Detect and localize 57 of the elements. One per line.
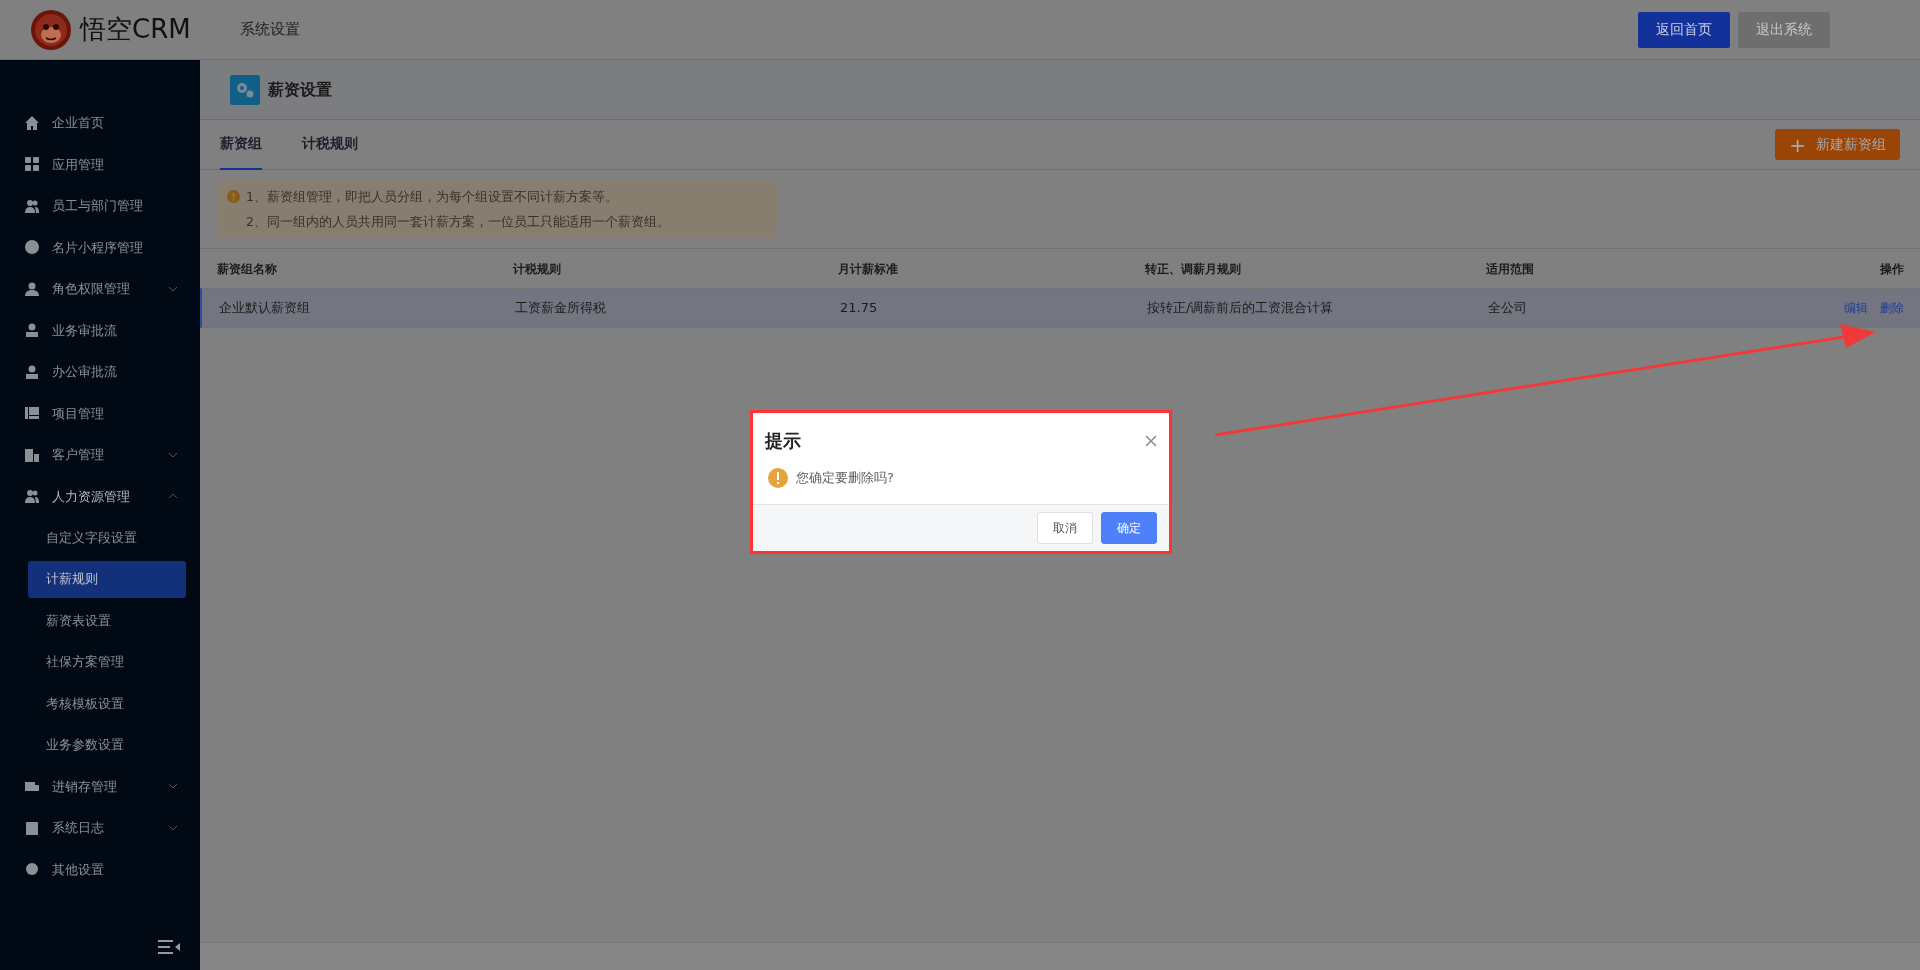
building-icon — [24, 446, 40, 463]
table-cell: 工资薪金所得税 — [515, 300, 606, 316]
column-header: 薪资组名称 — [216, 260, 278, 278]
person-icon — [24, 363, 40, 380]
home-icon — [24, 114, 40, 131]
sidebar-subitem[interactable]: 社保方案管理 — [0, 641, 200, 683]
dialog-message: 您确定要删除吗? — [796, 469, 894, 488]
column-header: 月计薪标准 — [838, 260, 899, 278]
column-header: 转正、调薪月规则 — [1145, 260, 1242, 278]
logo-text: 悟空CRM — [80, 13, 191, 46]
column-header: 操作 — [1879, 260, 1905, 278]
circle-icon — [24, 239, 40, 256]
monkey-logo-icon — [30, 8, 72, 51]
sidebar-subitem[interactable]: 薪资表设置 — [0, 599, 200, 641]
sidebar-item[interactable]: 企业首页 — [0, 102, 200, 144]
list-icon — [24, 405, 40, 422]
sidebar-item[interactable]: 项目管理 — [0, 392, 200, 434]
sidebar-item[interactable]: 业务审批流 — [0, 309, 200, 351]
sidebar-item[interactable]: 客户管理 — [0, 434, 200, 476]
person-icon — [24, 280, 40, 297]
grid-icon — [24, 156, 40, 173]
page-title: 薪资设置 — [268, 78, 332, 101]
sidebar-item[interactable]: 名片小程序管理 — [0, 226, 200, 268]
confirm-button[interactable]: 确定 — [1101, 512, 1157, 544]
sidebar-item[interactable]: 其他设置 — [0, 848, 200, 890]
people-icon — [24, 488, 40, 505]
sidebar-item[interactable]: 系统日志 — [0, 807, 200, 849]
sidebar-subitem[interactable]: 计薪规则 — [28, 560, 186, 598]
gears-icon — [230, 74, 260, 105]
sidebar-item[interactable]: 人力资源管理 — [0, 475, 200, 517]
person-icon — [24, 322, 40, 339]
sidebar-item[interactable]: 应用管理 — [0, 143, 200, 185]
close-icon[interactable] — [1145, 434, 1157, 447]
sidebar-subitem[interactable]: 考核模板设置 — [0, 682, 200, 724]
sidebar-subitem[interactable]: 自定义字段设置 — [0, 517, 200, 559]
sidebar-item[interactable]: 角色权限管理 — [0, 268, 200, 310]
table-cell: 21.75 — [840, 300, 878, 316]
clipboard-icon — [24, 819, 40, 836]
people-icon — [24, 197, 40, 214]
section-title: 系统设置 — [240, 19, 300, 41]
sidebar-subitem[interactable]: 业务参数设置 — [0, 724, 200, 766]
table-cell: 按转正/调薪前后的工资混合计算 — [1147, 300, 1334, 316]
sidebar-item[interactable]: 办公审批流 — [0, 351, 200, 393]
warning-icon — [768, 468, 788, 488]
column-header: 计税规则 — [513, 260, 562, 278]
table-cell: 企业默认薪资组 — [219, 300, 310, 316]
sidebar-item[interactable]: 员工与部门管理 — [0, 185, 200, 227]
cancel-button[interactable]: 取消 — [1037, 512, 1093, 544]
tab[interactable]: 计税规则 — [302, 119, 358, 170]
home-button[interactable]: 返回首页 — [1638, 11, 1730, 48]
table-cell: 全公司 — [1488, 300, 1527, 316]
dialog-title: 提示 — [765, 429, 801, 453]
notice-text: 1、薪资组管理，即把人员分组，为每个组设置不同计薪方案等。 — [246, 188, 619, 206]
sidebar-item[interactable]: 进销存管理 — [0, 765, 200, 807]
info-icon — [227, 190, 240, 203]
collapse-menu-icon[interactable] — [158, 940, 180, 954]
column-header: 适用范围 — [1486, 260, 1535, 278]
